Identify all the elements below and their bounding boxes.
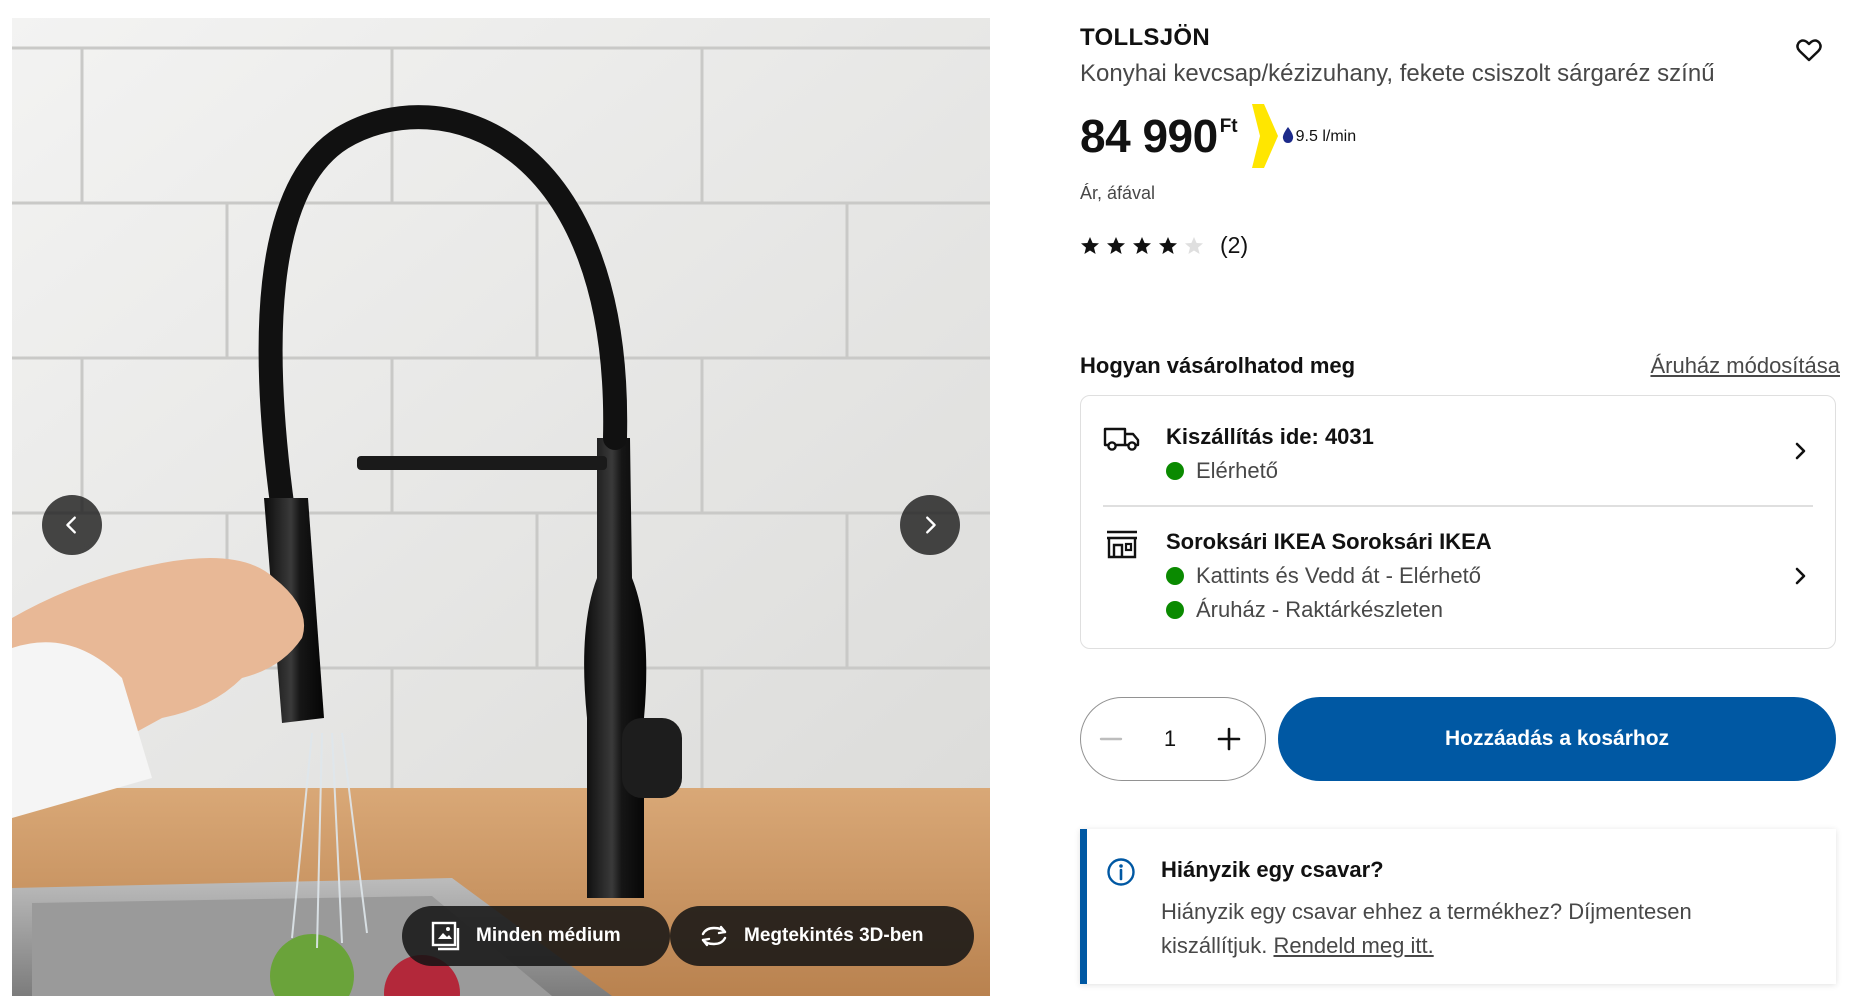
chevron-right-icon	[1795, 442, 1806, 460]
star-filled-icon	[1107, 236, 1125, 254]
delivery-status: Elérhető	[1166, 458, 1278, 484]
product-description[interactable]: Konyhai kevcsap/kézizuhany, fekete csisz…	[1080, 60, 1715, 88]
view-3d-button[interactable]: Megtekintés 3D-ben	[670, 906, 974, 966]
vat-note: Ár, áfával	[1080, 183, 1156, 203]
chevron-right-icon	[926, 516, 936, 534]
available-status-dot	[1166, 462, 1184, 480]
chevron-left-icon	[66, 516, 76, 534]
product-info-panel: TOLLSJÖN Konyhai kevcsap/kézizuhany, fek…	[1080, 0, 1840, 1008]
next-image-button[interactable]	[900, 495, 960, 555]
water-flow-value: 9.5 l/min	[1295, 128, 1357, 145]
store-icon	[1107, 530, 1137, 559]
previous-image-button[interactable]	[42, 495, 102, 555]
info-icon	[1107, 858, 1135, 886]
availability-box: Kiszállítás ide: 4031 Elérhető Soroksári…	[1080, 395, 1836, 649]
delivery-option[interactable]: Kiszállítás ide: 4031 Elérhető	[1081, 396, 1835, 506]
click-collect-status: Kattints és Vedd át - Elérhető	[1166, 563, 1481, 589]
store-option[interactable]: Soroksári IKEA Soroksári IKEA Kattints é…	[1081, 506, 1835, 649]
all-media-label: Minden médium	[476, 925, 621, 946]
delivery-status-text: Elérhető	[1196, 458, 1278, 483]
delivery-title: Kiszállítás ide: 4031	[1166, 424, 1374, 449]
heart-icon	[1796, 38, 1822, 61]
available-status-dot	[1166, 567, 1184, 585]
how-to-buy-title: Hogyan vásárolhatod meg	[1080, 353, 1356, 378]
missing-screw-notice: Hiányzik egy csavar? Hiányzik egy csavar…	[1080, 829, 1836, 984]
notice-title: Hiányzik egy csavar?	[1161, 857, 1384, 882]
rating-count: (2)	[1220, 232, 1249, 258]
all-media-button[interactable]: Minden médium	[402, 906, 670, 966]
price-currency: Ft	[1219, 116, 1238, 137]
click-collect-status-text: Kattints és Vedd át - Elérhető	[1196, 563, 1481, 588]
add-to-favourites-button[interactable]	[1792, 34, 1826, 68]
truck-icon	[1103, 427, 1140, 451]
product-photo	[12, 18, 990, 996]
add-to-cart-button[interactable]: Hozzáadás a kosárhoz	[1278, 697, 1836, 781]
notice-text: Hiányzik egy csavar ehhez a termékhez? D…	[1161, 895, 1781, 963]
energy-chevron-icon	[1251, 104, 1278, 168]
star-filled-icon	[1159, 236, 1177, 254]
in-store-status: Áruház - Raktárkészleten	[1166, 597, 1443, 623]
rotate-3d-icon	[701, 925, 727, 947]
store-title: Soroksári IKEA Soroksári IKEA	[1166, 529, 1492, 554]
view-3d-label: Megtekintés 3D-ben	[744, 925, 924, 946]
decrease-quantity-button[interactable]	[1081, 709, 1141, 769]
chevron-right-icon	[1795, 567, 1806, 585]
quantity-stepper: 1	[1080, 697, 1266, 781]
in-store-status-text: Áruház - Raktárkészleten	[1196, 597, 1443, 622]
water-drop-icon	[1282, 127, 1293, 143]
in-stock-status-dot	[1166, 601, 1184, 619]
minus-icon	[1099, 737, 1123, 741]
price-row: 84 990 Ft 9.5 l/min	[1080, 104, 1364, 174]
star-empty-icon	[1185, 236, 1203, 254]
change-store-link[interactable]: Áruház módosítása	[1650, 353, 1840, 379]
product-image-gallery: Minden médium Megtekintés 3D-ben	[12, 18, 990, 996]
price-amount: 84 990	[1080, 110, 1218, 162]
rating-stars	[1080, 236, 1204, 256]
star-filled-icon	[1133, 236, 1151, 254]
quantity-value[interactable]: 1	[1141, 726, 1199, 752]
star-filled-icon	[1081, 236, 1099, 254]
gallery-icon	[431, 921, 460, 951]
water-efficiency-badge: 9.5 l/min	[1251, 104, 1364, 168]
increase-quantity-button[interactable]	[1199, 709, 1259, 769]
plus-icon	[1217, 727, 1241, 751]
product-name: TOLLSJÖN	[1080, 24, 1210, 51]
rating-summary[interactable]: (2)	[1080, 232, 1248, 259]
order-screw-link[interactable]: Rendeld meg itt.	[1273, 933, 1433, 958]
